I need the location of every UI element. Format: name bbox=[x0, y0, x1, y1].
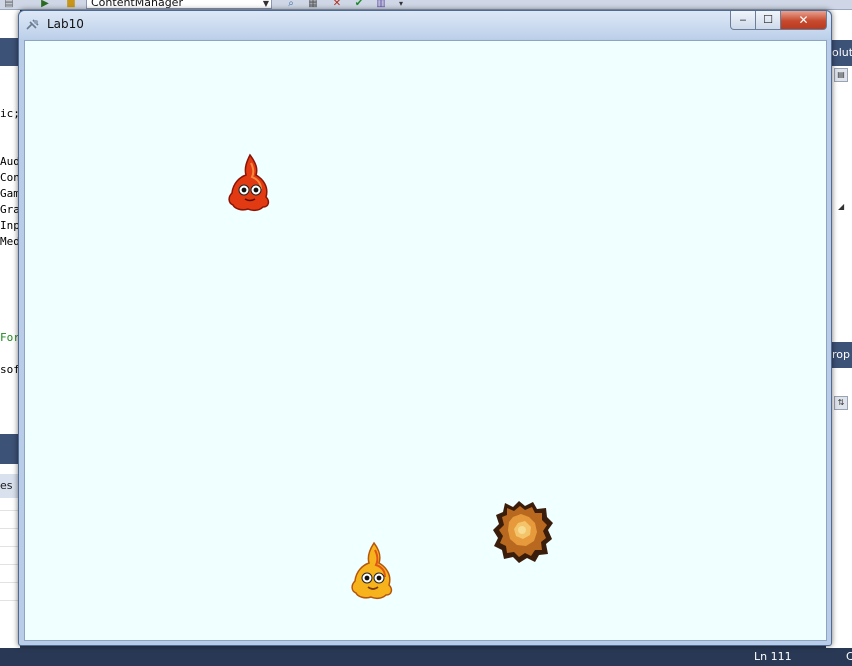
find-icon[interactable]: ⌕ bbox=[284, 0, 298, 10]
red-flame-creature bbox=[228, 153, 270, 212]
divider bbox=[0, 528, 20, 529]
output-tab[interactable]: es bbox=[0, 474, 20, 498]
code-line: For bbox=[0, 331, 20, 344]
folder-icon[interactable]: ■ bbox=[64, 0, 78, 10]
caption-buttons: ‒ ☐ ✕ bbox=[730, 11, 827, 30]
combo-value: ContentManager bbox=[91, 0, 183, 9]
yellow-flame-creature bbox=[351, 541, 393, 600]
checkmark-icon[interactable]: ✔ bbox=[352, 0, 366, 10]
chevron-down-icon: ▼ bbox=[262, 0, 269, 8]
start-debug-icon[interactable]: ▶ bbox=[38, 0, 52, 10]
title-bar[interactable]: Lab10 ‒ ☐ ✕ bbox=[19, 11, 831, 39]
code-line: sof bbox=[0, 363, 20, 376]
toolbar-icon[interactable]: ▤ bbox=[2, 0, 16, 10]
divider bbox=[0, 510, 20, 511]
editor-tab-band bbox=[0, 38, 20, 66]
code-line: Aud bbox=[0, 155, 20, 168]
close-button[interactable]: ✕ bbox=[781, 11, 827, 30]
code-line: ic; bbox=[0, 107, 20, 120]
code-line: Med bbox=[0, 235, 20, 248]
column-number: C bbox=[846, 650, 852, 663]
code-line: Inp bbox=[0, 219, 20, 232]
divider bbox=[0, 564, 20, 565]
game-window: Lab10 ‒ ☐ ✕ bbox=[18, 10, 832, 646]
sort-icon[interactable]: ⇅ bbox=[834, 396, 848, 410]
tools-icon[interactable]: ✕ bbox=[330, 0, 344, 10]
code-line: Con bbox=[0, 171, 20, 184]
divider bbox=[0, 582, 20, 583]
status-bar: Ln 111 C bbox=[0, 648, 852, 666]
app-icon bbox=[26, 19, 39, 30]
code-line: Gra bbox=[0, 203, 20, 216]
chevron-right-icon[interactable]: ◢ bbox=[838, 202, 844, 211]
solution-config-combo[interactable]: ContentManager ▼ bbox=[86, 0, 272, 9]
divider bbox=[0, 600, 20, 601]
minimize-button[interactable]: ‒ bbox=[730, 11, 756, 30]
properties-icon[interactable]: ▦ bbox=[306, 0, 320, 10]
window-title: Lab10 bbox=[47, 17, 84, 31]
maximize-button[interactable]: ☐ bbox=[756, 11, 781, 30]
output-panel-band bbox=[0, 434, 20, 464]
game-canvas[interactable] bbox=[24, 40, 827, 641]
ide-toolbar: ▤ ▶ ■ ContentManager ▼ ⌕ ▦ ✕ ✔ ▥ ▾ bbox=[0, 0, 852, 10]
code-line: Gam bbox=[0, 187, 20, 200]
line-number: Ln 111 bbox=[754, 650, 792, 663]
code-editor-strip: ic; Aud Con Gam Gra Inp Med For sof es bbox=[0, 10, 20, 666]
window-icon[interactable]: ▥ bbox=[374, 0, 388, 10]
divider bbox=[0, 546, 20, 547]
properties-icon[interactable]: ▤ bbox=[834, 68, 848, 82]
overflow-icon[interactable]: ▾ bbox=[394, 0, 408, 10]
explosion bbox=[493, 501, 553, 563]
